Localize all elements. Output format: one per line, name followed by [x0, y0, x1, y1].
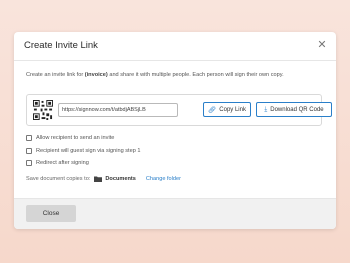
qr-code-icon — [33, 100, 53, 120]
folder-icon — [94, 176, 103, 182]
download-qr-code-button[interactable]: ⤓ Download QR Code — [256, 102, 332, 117]
change-folder-link[interactable]: Change folder — [146, 176, 181, 182]
dialog-header: Create Invite Link ✕ — [14, 32, 336, 61]
link-icon: 🔗︎ — [208, 106, 217, 114]
folder-name: Documents — [105, 176, 136, 182]
option-allow-send-invite[interactable]: Allow recipient to send an invite — [26, 132, 140, 145]
option-redirect-after-signing[interactable]: Redirect after signing — [26, 157, 140, 170]
download-qr-code-label: Download QR Code — [270, 106, 324, 113]
option-label: Redirect after signing — [36, 160, 89, 167]
close-icon[interactable]: ✕ — [314, 37, 330, 53]
dialog-footer: Close — [14, 198, 336, 229]
checkbox[interactable] — [26, 147, 32, 154]
download-icon: ⤓ — [264, 105, 268, 113]
checkbox[interactable] — [26, 135, 32, 142]
create-invite-link-dialog: Create Invite Link ✕ Create an invite li… — [14, 32, 336, 229]
option-label: Allow recipient to send an invite — [36, 135, 115, 142]
description-text-end: and share it with multiple people. Each … — [107, 72, 284, 78]
option-guest-sign[interactable]: Recipient will guest sign via signing st… — [26, 145, 140, 158]
save-location-row: Save document copies to: Documents Chang… — [26, 176, 181, 182]
dialog-description: Create an invite link for (invoice) and … — [26, 72, 284, 78]
save-location-label: Save document copies to: — [26, 176, 91, 182]
dialog-title: Create Invite Link — [24, 40, 98, 51]
checkbox[interactable] — [26, 160, 32, 167]
invite-url-field[interactable]: https://signnow.com/t/atbdjABSjLB — [58, 103, 178, 117]
copy-link-button[interactable]: 🔗︎ Copy Link — [203, 102, 251, 117]
invite-link-panel: https://signnow.com/t/atbdjABSjLB 🔗︎ Cop… — [26, 94, 332, 126]
invite-options: Allow recipient to send an invite Recipi… — [26, 132, 140, 170]
option-label: Recipient will guest sign via signing st… — [36, 147, 141, 154]
close-button[interactable]: Close — [26, 205, 76, 222]
description-text-start: Create an invite link for — [26, 72, 85, 78]
copy-link-label: Copy Link — [219, 106, 246, 113]
document-name: (invoice) — [84, 72, 108, 78]
